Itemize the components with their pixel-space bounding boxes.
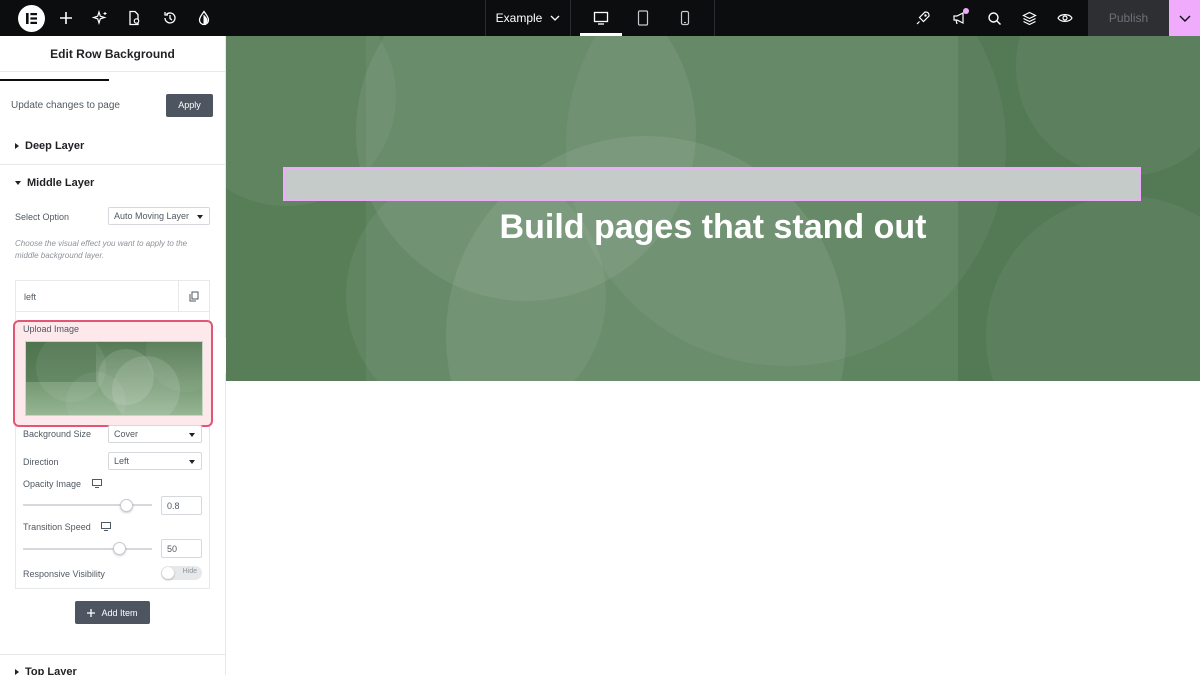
- publish-button[interactable]: Publish: [1088, 0, 1169, 36]
- opacity-image-label: Opacity Image: [23, 479, 82, 489]
- panel-title: Edit Row Background: [0, 36, 225, 72]
- section-title: Deep Layer: [25, 140, 85, 152]
- publish-options-button[interactable]: [1169, 0, 1200, 36]
- desktop-view-button[interactable]: [580, 0, 622, 36]
- add-item-button[interactable]: Add Item: [75, 601, 150, 624]
- tablet-view-button[interactable]: [622, 0, 664, 36]
- preview-eye-icon[interactable]: [1047, 0, 1083, 36]
- image-thumbnail: [26, 342, 202, 415]
- page-name: Example: [495, 11, 543, 25]
- background-size-dropdown[interactable]: Cover: [108, 425, 202, 443]
- duplicate-item-button[interactable]: [178, 281, 209, 312]
- plus-icon: [87, 608, 96, 617]
- repeater-item-header[interactable]: left: [16, 281, 209, 312]
- speed-slider-handle[interactable]: [113, 542, 126, 555]
- responsive-visibility-label: Responsive Visibility: [23, 569, 105, 579]
- transition-speed-label: Transition Speed: [23, 522, 91, 532]
- hero-section[interactable]: Build pages that stand out: [226, 36, 1200, 381]
- help-text: Choose the visual effect you want to app…: [15, 239, 188, 260]
- mobile-view-button[interactable]: [664, 0, 706, 36]
- ai-sparkle-icon[interactable]: [82, 0, 118, 36]
- upload-image-control: Upload Image: [13, 320, 213, 427]
- top-bar: Example Publish: [0, 0, 1200, 36]
- notification-dot: [963, 8, 969, 14]
- section-deep-layer[interactable]: Deep Layer: [0, 128, 225, 164]
- speed-input[interactable]: 50: [161, 539, 202, 558]
- select-option-label: Select Option: [15, 212, 70, 222]
- background-size-value: Cover: [114, 429, 139, 439]
- toggle-knob: [162, 567, 174, 579]
- chevron-down-icon: [1179, 15, 1190, 22]
- add-item-label: Add Item: [101, 607, 138, 618]
- responsive-desktop-icon[interactable]: [92, 479, 102, 488]
- speed-slider-track[interactable]: [23, 548, 152, 550]
- caret-down-icon: [15, 181, 21, 185]
- upload-image-label: Upload Image: [23, 324, 80, 334]
- caret-right-icon: [15, 669, 19, 675]
- direction-value: Left: [114, 456, 130, 466]
- section-middle-layer[interactable]: Middle Layer: [0, 165, 225, 201]
- apply-button[interactable]: Apply: [166, 93, 213, 117]
- responsive-visibility-toggle[interactable]: Hide: [161, 566, 202, 580]
- desktop-icon: [593, 11, 609, 25]
- speed-value: 50: [167, 543, 178, 554]
- direction-dropdown[interactable]: Left: [108, 452, 202, 470]
- section-title: Top Layer: [25, 666, 77, 675]
- copy-icon: [189, 291, 199, 302]
- selected-element-placeholder[interactable]: [283, 167, 1141, 201]
- dropdown-arrow-icon: [189, 460, 195, 464]
- dropdown-arrow-icon: [189, 433, 195, 437]
- opacity-value: 0.8: [167, 500, 180, 511]
- divider: [714, 0, 715, 36]
- chevron-down-icon: [550, 15, 560, 21]
- update-changes-row: Update changes to page Apply: [0, 93, 225, 117]
- page-selector[interactable]: Example: [485, 0, 571, 36]
- mobile-icon: [680, 10, 690, 26]
- apps-rocket-icon[interactable]: [905, 0, 941, 36]
- tablet-icon: [637, 10, 649, 26]
- direction-label: Direction: [23, 457, 59, 467]
- opacity-input[interactable]: 0.8: [161, 496, 202, 515]
- elementor-logo-icon[interactable]: [18, 5, 45, 32]
- active-tab-indicator: [0, 79, 109, 81]
- repeater-item-title: left: [24, 292, 37, 302]
- responsive-desktop-icon[interactable]: [101, 522, 111, 531]
- dropdown-arrow-icon: [197, 215, 203, 219]
- add-element-icon[interactable]: [48, 0, 84, 36]
- select-option-value: Auto Moving Layer: [114, 211, 190, 221]
- select-option-dropdown[interactable]: Auto Moving Layer: [108, 207, 210, 225]
- toggle-label: Hide: [182, 568, 197, 575]
- update-changes-text: Update changes to page: [11, 99, 120, 111]
- page-settings-icon[interactable]: [116, 0, 152, 36]
- section-top-layer[interactable]: Top Layer: [0, 654, 225, 675]
- structure-layers-icon[interactable]: [1011, 0, 1047, 36]
- caret-right-icon: [15, 143, 19, 149]
- history-icon[interactable]: [152, 0, 188, 36]
- uploaded-image-preview[interactable]: [25, 341, 203, 416]
- editor-panel: Edit Row Background Update changes to pa…: [0, 36, 226, 675]
- section-title: Middle Layer: [27, 177, 95, 189]
- search-icon[interactable]: [976, 0, 1012, 36]
- site-settings-drop-icon[interactable]: [186, 0, 222, 36]
- notifications-megaphone-icon[interactable]: [941, 0, 977, 36]
- background-size-label: Background Size: [23, 429, 92, 439]
- opacity-slider-handle[interactable]: [120, 499, 133, 512]
- hero-headline[interactable]: Build pages that stand out: [226, 208, 1200, 247]
